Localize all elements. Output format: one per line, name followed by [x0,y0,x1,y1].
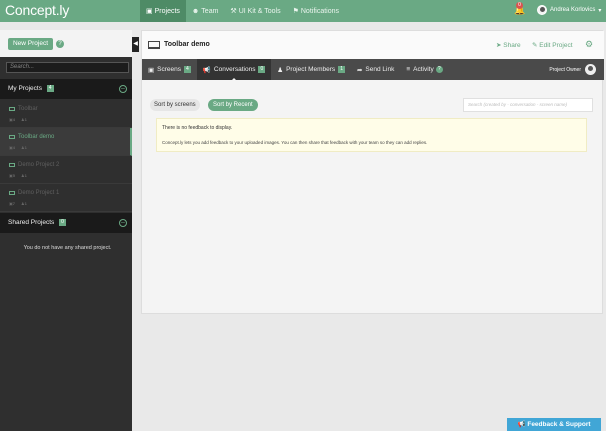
gear-icon[interactable]: ⚙ [585,39,593,50]
project-item-toolbar[interactable]: Toolbar ▣4 ♟1 [0,100,132,128]
tab-label: Activity [413,66,434,73]
shared-projects-count: 0 [59,218,66,226]
shared-empty-message: You do not have any shared project. [23,245,112,251]
tab-activity[interactable]: ≡ Activity ? [400,59,448,80]
tab-project-members[interactable]: ♟ Project Members 1 [271,59,351,80]
project-item-demo-1[interactable]: Demo Project 1 ▣7 ♟1 [0,184,132,212]
laptop-icon [148,41,160,49]
share-icon: ➤ [496,42,502,49]
laptop-icon [9,135,15,139]
nav-notifications[interactable]: ⚑ Notifications [287,0,345,22]
chevron-down-icon: ▾ [598,7,602,14]
project-name: Demo Project 2 [18,162,60,168]
project-search-input[interactable]: Search... [6,62,129,73]
tab-conversations[interactable]: 📢 Conversations 0 [196,59,272,81]
screens-count: ▣7 [9,201,16,206]
screens-count: ▣4 [9,145,16,150]
empty-feedback-notice: There is no feedback to display. Concept… [156,118,587,152]
main-nav: ▣ Projects ☻ Team ⚒ UI Kit & Tools ⚑ Not… [140,0,345,22]
sidebar: New Project ? Search... My Projects 4 – … [0,30,132,431]
main-panel: Toolbar demo ➤ Share ✎ Edit Project ⚙ ▣ … [141,30,604,314]
tab-screens[interactable]: ▣ Screens 4 [142,59,197,80]
tab-label: Conversations [213,66,256,73]
edit-project-button[interactable]: ✎ Edit Project [532,41,573,49]
page-title: Toolbar demo [164,41,210,48]
sidebar-collapse-toggle[interactable]: ◀ [132,37,139,52]
my-projects-count: 4 [46,84,54,92]
tab-label: Project Members [286,66,336,73]
project-owner-label: Project Owner [549,66,581,73]
members-count: ♟1 [21,173,27,178]
members-icon: ♟ [277,66,284,74]
project-name: Toolbar demo [18,134,55,140]
members-count: ♟1 [21,145,27,150]
help-icon[interactable]: ? [435,66,443,73]
sidebar-toolbar: New Project ? [0,30,132,57]
users-icon: ☻ [191,7,200,15]
laptop-icon [9,107,15,111]
nav-team-label: Team [201,7,219,15]
user-name: Andrea Korlovics [550,7,596,13]
share-label: Share [503,42,521,49]
screens-icon: ▣ [148,66,155,74]
tab-count: 1 [338,66,345,73]
my-projects-label: My Projects [8,85,42,92]
collapse-icon[interactable]: – [119,85,127,93]
notice-text: Concept.ly lets you add feedback to your… [162,140,428,145]
feedback-support-button[interactable]: 📢 Feedback & Support [507,418,601,431]
share-button[interactable]: ➤ Share [496,41,521,49]
briefcase-icon: ▣ [146,8,153,15]
nav-ui-kit-label: UI Kit & Tools [238,7,281,15]
screens-count: ▣5 [9,173,16,178]
my-projects-header[interactable]: My Projects 4 – [0,79,132,99]
bell-icon[interactable]: 🔔 0 [514,2,525,17]
project-item-demo-2[interactable]: Demo Project 2 ▣5 ♟1 [0,156,132,184]
nav-projects[interactable]: ▣ Projects [140,0,186,22]
help-icon[interactable]: ? [56,40,64,48]
tab-count: 0 [258,66,266,73]
share-arrow-icon: ➦ [356,66,363,74]
tab-label: Screens [157,66,182,73]
user-menu[interactable]: Andrea Korlovics ▾ [537,5,601,15]
project-item-toolbar-demo[interactable]: Toolbar demo ▣4 ♟1 [0,128,132,156]
project-tabs: ▣ Screens 4 📢 Conversations 0 ♟ Project … [142,59,604,81]
avatar [537,5,547,15]
app-logo[interactable]: Concept.ly [5,2,69,18]
collapse-icon[interactable]: – [119,219,127,227]
sort-by-recent-button[interactable]: Sort by Recent [208,99,258,111]
tab-count: 4 [184,66,191,73]
nav-team[interactable]: ☻ Team [186,0,225,22]
notice-title: There is no feedback to display. [162,125,233,131]
edit-icon: ✎ [532,42,538,49]
members-count: ♟1 [21,201,27,206]
feedback-support-label: Feedback & Support [527,421,591,428]
project-name: Toolbar [18,106,38,112]
sort-by-screens-button[interactable]: Sort by screens [150,99,200,111]
nav-ui-kit[interactable]: ⚒ UI Kit & Tools [224,0,286,22]
shared-projects-label: Shared Projects [8,219,55,226]
activity-icon: ≡ [406,66,411,73]
notification-badge: 0 [516,2,523,9]
screens-count: ▣4 [9,117,16,122]
tab-send-link[interactable]: ➦ Send Link [351,59,400,80]
project-name: Demo Project 1 [18,190,60,196]
edit-project-label: Edit Project [539,42,573,49]
shared-projects-header[interactable]: Shared Projects 0 – [0,213,132,233]
pin-icon: ⚑ [292,8,299,15]
project-header: Toolbar demo ➤ Share ✎ Edit Project ⚙ [142,31,604,59]
new-project-button[interactable]: New Project [8,38,53,50]
nav-projects-label: Projects [154,7,180,15]
laptop-icon [9,163,15,167]
feedback-search-input[interactable]: Search (created by - conversation - scre… [463,98,593,112]
wrench-icon: ⚒ [230,8,237,15]
avatar[interactable] [585,64,596,75]
laptop-icon [9,191,15,195]
megaphone-icon: 📢 [202,66,211,74]
top-nav: Concept.ly ▣ Projects ☻ Team ⚒ UI Kit & … [0,0,606,22]
nav-notifications-label: Notifications [300,7,340,15]
project-owner: Project Owner [549,64,596,75]
tab-label: Send Link [365,66,395,73]
megaphone-icon: 📢 [517,421,526,428]
members-count: ♟1 [21,117,27,122]
